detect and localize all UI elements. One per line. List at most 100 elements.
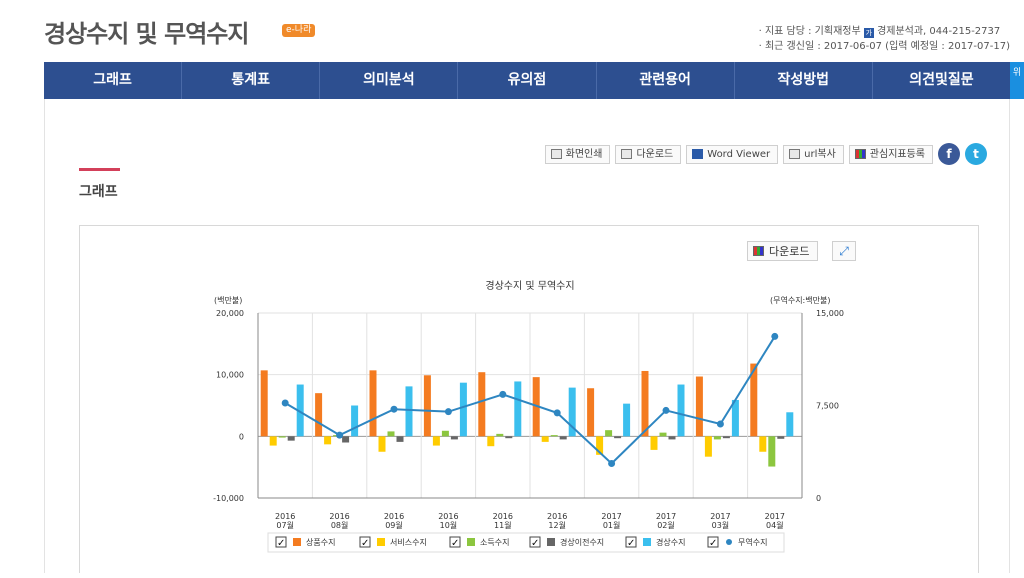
word-viewer-button[interactable]: Word Viewer — [686, 144, 779, 164]
bar-goods — [641, 370, 649, 437]
bar-transfer — [668, 436, 676, 440]
section-accent-bar — [79, 168, 120, 171]
x-tick-month: 10월 — [440, 520, 458, 530]
facebook-icon[interactable]: f — [938, 143, 960, 165]
chart-download-button[interactable]: 다운로드 — [747, 241, 819, 261]
legend-swatch — [377, 538, 385, 546]
x-tick-year: 2016 — [275, 512, 295, 521]
x-tick-month: 12월 — [548, 520, 566, 530]
bar-transfer — [722, 436, 730, 439]
x-tick-year: 2016 — [438, 512, 458, 521]
trade-balance-point — [771, 332, 779, 340]
enara-badge[interactable]: e-나라 — [282, 24, 316, 37]
expand-icon[interactable]: ⤢ — [832, 241, 856, 261]
y-tick-right: 15,000 — [816, 309, 844, 318]
x-tick-month: 09월 — [385, 520, 403, 530]
x-tick-year: 2017 — [601, 512, 621, 521]
bar-goods — [315, 393, 323, 437]
main-nav: 그래프 통계표 의미분석 유의점 관련용어 작성방법 의견및질문 — [44, 62, 1010, 99]
legend-label: 상품수지 — [306, 537, 335, 547]
nav-tab-5[interactable]: 작성방법 — [735, 62, 873, 99]
legend-check-mark: ✓ — [451, 538, 459, 549]
department-link-icon[interactable]: 가 — [863, 28, 874, 38]
bar-services — [487, 436, 495, 447]
word-viewer-label: Word Viewer — [707, 148, 771, 160]
chart-icon — [753, 246, 764, 256]
nav-tab-0[interactable]: 그래프 — [44, 62, 183, 99]
bar-transfer — [614, 436, 622, 439]
legend-check-mark: ✓ — [627, 538, 635, 549]
bar-current — [623, 403, 631, 437]
x-tick-year: 2016 — [493, 512, 513, 521]
printer-icon — [550, 149, 562, 159]
nav-tab-1[interactable]: 통계표 — [182, 62, 321, 99]
bar-services — [541, 436, 549, 442]
x-tick-month: 11월 — [494, 520, 512, 530]
nav-tab-4[interactable]: 관련용어 — [597, 62, 735, 99]
bar-current — [514, 381, 522, 437]
x-tick-month: 02월 — [657, 520, 675, 530]
indicator-meta: · 지표 담당 : 기획재정부 가 경제분석과, 044-215-2737 · … — [759, 24, 1010, 54]
legend-label: 무역수지 — [738, 537, 767, 547]
bar-transfer — [505, 436, 513, 439]
bar-income — [278, 436, 286, 438]
meta-manager-prefix: · 지표 담당 : 기획재정부 — [758, 26, 861, 37]
side-scroll-button[interactable]: 위 — [1010, 62, 1024, 99]
chart-title: 경상수지 및 무역수지 — [485, 279, 574, 292]
twitter-icon[interactable]: t — [965, 143, 987, 165]
bar-services — [650, 436, 658, 450]
favorite-indicator-button[interactable]: 관심지표등록 — [848, 144, 933, 164]
legend-label: 소득수지 — [480, 538, 509, 547]
bar-income — [713, 436, 721, 440]
page-title: 경상수지 및 무역수지 — [44, 20, 249, 48]
print-label: 화면인쇄 — [565, 148, 603, 160]
print-button[interactable]: 화면인쇄 — [544, 144, 611, 164]
download-button[interactable]: 다운로드 — [615, 144, 682, 164]
bar-current — [459, 382, 467, 437]
legend-check-mark: ✓ — [277, 538, 285, 549]
trade-balance-point — [716, 420, 724, 428]
nav-tab-3[interactable]: 유의점 — [458, 62, 597, 99]
bar-goods — [369, 370, 377, 437]
bar-services — [704, 436, 712, 457]
legend-check-mark: ✓ — [361, 538, 369, 549]
y-tick-right: 0 — [816, 494, 821, 503]
nav-tab-2[interactable]: 의미분석 — [320, 62, 459, 99]
chart: 경상수지 및 무역수지 (백만불) (무역수지:백만불) -10,000 0 10,000… — [213, 279, 844, 553]
bar-income — [768, 436, 776, 467]
floppy-icon — [621, 149, 633, 159]
x-tick-year: 2016 — [384, 512, 404, 521]
x-tick-month: 07월 — [276, 520, 294, 530]
y-axis-left-label: (백만불) — [214, 295, 242, 305]
bar-goods — [260, 370, 268, 437]
meta-manager: · 지표 담당 : 기획재정부 가 경제분석과, 044-215-2737 — [759, 24, 1010, 39]
x-tick-year: 2017 — [710, 512, 730, 521]
meta-manager-suffix: 경제분석과, 044-215-2737 — [877, 26, 1001, 37]
word-icon — [692, 149, 704, 159]
nav-tab-6[interactable]: 의견및질문 — [873, 62, 1010, 99]
bar-current — [786, 412, 794, 437]
x-tick-year: 2017 — [765, 512, 785, 521]
bar-goods — [478, 372, 486, 437]
bar-services — [324, 436, 332, 445]
legend-swatch — [643, 538, 651, 546]
bar-income — [550, 435, 558, 437]
y-axis-right-label: (무역수지:백만불) — [770, 295, 830, 305]
trade-balance-point — [662, 406, 670, 414]
y-tick-left: -10,000 — [213, 494, 244, 503]
meta-updated: · 최근 갱신일 : 2017-06-07 (입력 예정일 : 2017-07-… — [758, 41, 1010, 52]
legend-label: 서비스수지 — [390, 538, 427, 547]
legend-check-mark: ✓ — [531, 538, 539, 549]
legend-swatch — [293, 538, 301, 546]
legend-box — [267, 532, 785, 553]
x-tick-month: 01월 — [603, 520, 621, 530]
document-icon — [789, 149, 801, 159]
url-copy-button[interactable]: url복사 — [783, 144, 844, 164]
bar-goods — [587, 388, 595, 437]
bar-goods — [695, 376, 703, 437]
legend-check-mark: ✓ — [709, 538, 717, 549]
legend-swatch — [467, 538, 475, 546]
bar-income — [387, 431, 395, 437]
bar-transfer — [287, 436, 295, 441]
bar-transfer — [396, 436, 404, 442]
